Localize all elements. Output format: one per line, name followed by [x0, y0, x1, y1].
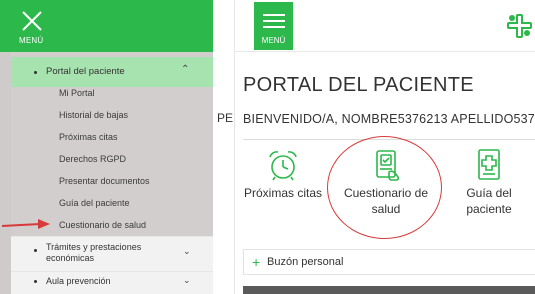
nav-section-aula-prevencion[interactable]: Aula prevención ⌄: [11, 272, 213, 294]
nav-section-label: Aula prevención: [46, 276, 111, 286]
welcome-text: BIENVENIDO/A, NOMBRE5376213 APELLIDO5376…: [243, 112, 535, 126]
right-portal-panel: MENÚ PORTAL DEL PACIENTE BIENVENIDO/A, N…: [234, 0, 535, 294]
mailbox-label: Buzón personal: [267, 256, 344, 268]
nav-section-label: Portal del paciente: [46, 66, 125, 77]
menu-label: MENÚ: [19, 36, 44, 45]
alarm-clock-icon: [269, 151, 297, 181]
annotation-arrow-icon: [1, 219, 50, 229]
plus-icon: +: [252, 254, 261, 270]
footer-bar: [243, 286, 535, 294]
nav-list: Portal del paciente ⌃ Mi Portal Historia…: [11, 52, 213, 294]
brand-logo-icon[interactable]: [503, 12, 535, 40]
panel-divider: PEL: [213, 0, 240, 294]
nav-subitem-presentar-documentos[interactable]: Presentar documentos: [59, 176, 150, 186]
nav-subitem-cuestionario-salud[interactable]: Cuestionario de salud: [59, 220, 146, 230]
chevron-down-icon[interactable]: ⌄: [183, 246, 191, 257]
nav-section-portal-paciente[interactable]: Portal del paciente ⌃: [11, 57, 213, 87]
nav-subitem-historial-bajas[interactable]: Historial de bajas: [59, 110, 128, 120]
annotation-circle: [327, 136, 442, 239]
portal-header: MENÚ: [235, 0, 535, 52]
page-title: PORTAL DEL PACIENTE: [243, 74, 474, 96]
nav-section-label: Trámites y prestaciones económicas: [46, 242, 141, 264]
nav-subitem-mi-portal[interactable]: Mi Portal: [59, 88, 95, 98]
tile-label: Guía del paciente: [457, 185, 521, 217]
tile-label-line-2: paciente: [466, 202, 512, 216]
bullet-icon: [34, 71, 37, 74]
menu-header: MENÚ: [0, 0, 213, 52]
menu-button[interactable]: MENÚ: [254, 2, 293, 50]
label-line-1: Trámites y prestaciones: [46, 242, 142, 252]
mailbox-accordion[interactable]: + Buzón personal: [243, 249, 535, 275]
nav-subitem-guia-paciente[interactable]: Guía del paciente: [59, 198, 130, 208]
nav-section-tramites[interactable]: Trámites y prestaciones económicas ⌄: [11, 237, 213, 271]
nav-subitem-proximas-citas[interactable]: Próximas citas: [59, 132, 118, 142]
chevron-up-icon[interactable]: ⌃: [181, 64, 189, 75]
chevron-down-icon[interactable]: ⌄: [183, 275, 191, 286]
label-line-2: económicas: [46, 253, 95, 263]
tile-label-line-1: Guía del: [466, 186, 512, 200]
medical-guide-icon: [478, 149, 500, 180]
tile-proximas-citas[interactable]: Próximas citas: [241, 148, 325, 201]
nav-subitem-derechos-rgpd[interactable]: Derechos RGPD: [59, 154, 126, 164]
close-menu-icon[interactable]: [21, 10, 43, 32]
hamburger-icon: [263, 14, 285, 28]
bullet-icon: [34, 249, 37, 252]
menu-label: MENÚ: [261, 36, 286, 45]
tile-guia-paciente[interactable]: Guía del paciente: [457, 148, 521, 217]
left-menu-panel: MENÚ Portal del paciente ⌃ Mi Portal His…: [0, 0, 213, 294]
bullet-icon: [34, 280, 37, 283]
tile-label: Próximas citas: [243, 186, 323, 200]
